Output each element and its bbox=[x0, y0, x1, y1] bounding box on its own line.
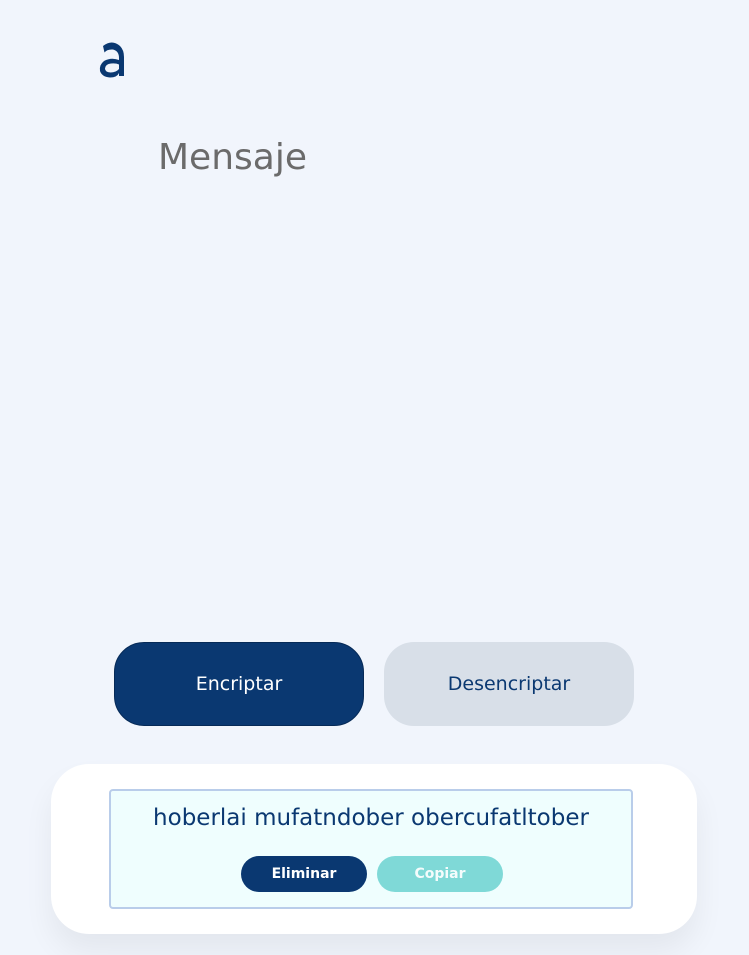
delete-button[interactable]: Eliminar bbox=[241, 856, 367, 892]
logo-svg bbox=[99, 42, 124, 78]
result-card: hoberlai mufatndober obercufatltober Eli… bbox=[51, 764, 697, 934]
result-text: hoberlai mufatndober obercufatltober bbox=[153, 805, 589, 831]
message-input[interactable] bbox=[158, 130, 638, 590]
decrypt-button[interactable]: Desencriptar bbox=[384, 642, 634, 726]
alura-logo-icon bbox=[98, 40, 128, 82]
page: Encriptar Desencriptar hoberlai mufatndo… bbox=[0, 0, 749, 955]
result-box: hoberlai mufatndober obercufatltober Eli… bbox=[109, 789, 633, 909]
encrypt-button[interactable]: Encriptar bbox=[114, 642, 364, 726]
copy-button[interactable]: Copiar bbox=[377, 856, 503, 892]
